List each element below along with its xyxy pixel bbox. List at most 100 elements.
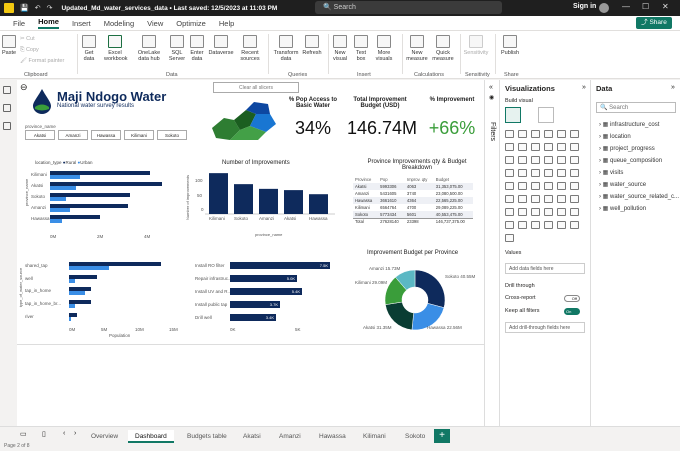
visual-type-icon[interactable] — [505, 234, 514, 242]
page-tab[interactable]: Sokoto — [398, 430, 432, 443]
chevron-right-icon[interactable]: › — [74, 430, 76, 437]
tab-insert[interactable]: Insert — [72, 19, 91, 28]
new-visual-button[interactable]: New visual — [331, 35, 349, 62]
data-table-item[interactable]: › ▦ queue_composition — [599, 157, 662, 164]
improvement-bar[interactable]: 3.7K — [230, 301, 280, 308]
search-box[interactable]: 🔍 Search — [315, 1, 502, 14]
onelake-button[interactable]: OneLake data hub — [135, 35, 163, 62]
visual-type-icon[interactable] — [531, 182, 540, 190]
visual-type-icon[interactable] — [544, 221, 553, 229]
new-measure-button[interactable]: New measure — [405, 35, 429, 62]
visual-type-icon[interactable] — [531, 130, 540, 138]
visual-type-icon[interactable] — [557, 156, 566, 164]
visual-type-icon[interactable] — [570, 169, 579, 177]
back-arrow-icon[interactable]: ⊖ — [20, 82, 28, 93]
excel-button[interactable]: Excel workbook — [104, 35, 128, 62]
transform-data-button[interactable]: Transform data — [272, 35, 300, 62]
urban-bar[interactable] — [69, 304, 75, 308]
visual-type-icon[interactable] — [557, 221, 566, 229]
visual-type-icon[interactable] — [531, 208, 540, 216]
page-tab[interactable]: Dashboard — [128, 430, 174, 443]
tab-home[interactable]: Home — [38, 17, 59, 29]
improvements-bar[interactable] — [234, 184, 253, 214]
visual-type-icon[interactable] — [531, 221, 540, 229]
save-icon[interactable]: 💾 — [20, 4, 29, 12]
visual-type-icon[interactable] — [505, 156, 514, 164]
slicer-item[interactable]: Amanzi — [58, 130, 88, 140]
redo-icon[interactable]: ↷ — [47, 4, 53, 12]
drill-through-drop-zone[interactable]: Add drill-through fields here — [505, 322, 585, 333]
dataverse-button[interactable]: Dataverse — [206, 35, 236, 56]
visual-type-icon[interactable] — [544, 156, 553, 164]
visual-type-icon[interactable] — [557, 195, 566, 203]
visual-type-icon[interactable] — [570, 182, 579, 190]
slicer-item[interactable]: Akatsi — [25, 130, 55, 140]
column-header[interactable]: Improv. qty — [405, 176, 434, 183]
visual-type-icon[interactable] — [518, 143, 527, 151]
visual-type-icon[interactable] — [518, 195, 527, 203]
visual-type-icon[interactable] — [557, 182, 566, 190]
tab-help[interactable]: Help — [219, 19, 234, 28]
urban-bar[interactable] — [50, 219, 62, 223]
visual-type-icon[interactable] — [544, 182, 553, 190]
close-icon[interactable]: ✕ — [662, 2, 669, 11]
visual-type-icon[interactable] — [505, 143, 514, 151]
improvement-bar[interactable]: 3.4K — [230, 314, 276, 321]
recent-sources-button[interactable]: Recent sources — [236, 35, 264, 62]
visual-type-icon[interactable] — [544, 208, 553, 216]
report-view-icon[interactable] — [3, 86, 11, 94]
cut-button[interactable]: ✂ Cut — [20, 36, 35, 42]
page-tab[interactable]: Overview — [84, 430, 125, 443]
desktop-view-icon[interactable]: ▭ — [20, 430, 27, 438]
visual-type-icon[interactable] — [518, 221, 527, 229]
column-header[interactable]: Pop — [378, 176, 405, 183]
budget-donut-chart[interactable] — [383, 268, 447, 332]
visual-type-icon[interactable] — [518, 169, 527, 177]
urban-bar[interactable] — [50, 186, 76, 190]
visual-type-icon[interactable] — [557, 169, 566, 177]
visual-type-icon[interactable] — [505, 182, 514, 190]
chevron-left-icon[interactable]: ‹ — [63, 430, 65, 437]
visual-type-icon[interactable] — [557, 143, 566, 151]
visual-type-icon[interactable] — [518, 130, 527, 138]
minimize-icon[interactable]: — — [622, 2, 630, 11]
visual-type-icon[interactable] — [544, 130, 553, 138]
visual-type-icon[interactable] — [557, 130, 566, 138]
visual-type-icon[interactable] — [570, 221, 579, 229]
enter-data-button[interactable]: Enter data — [189, 35, 205, 62]
sensitivity-button[interactable]: Sensitivity — [462, 35, 490, 56]
add-page-button[interactable]: + — [434, 429, 450, 443]
sign-in-link[interactable]: Sign in — [573, 3, 596, 10]
tab-view[interactable]: View — [147, 19, 163, 28]
urban-bar[interactable] — [69, 266, 109, 270]
column-header[interactable]: Province — [353, 176, 378, 183]
page-tab[interactable]: Budgets table — [180, 430, 234, 443]
table-row[interactable]: Kilimani 6564764 4700 29,089,225.00 — [353, 204, 473, 211]
more-visuals-button[interactable]: More visuals — [372, 35, 396, 62]
visual-type-icon[interactable] — [531, 156, 540, 164]
visual-type-icon[interactable] — [544, 143, 553, 151]
table-view-icon[interactable] — [3, 104, 11, 112]
slicer-item[interactable]: Sokoto — [157, 130, 187, 140]
visual-type-icon[interactable] — [570, 130, 579, 138]
page-tab[interactable]: Amanzi — [272, 430, 308, 443]
improvements-bar[interactable] — [284, 190, 303, 214]
page-tab[interactable]: Kilimani — [356, 430, 393, 443]
share-button[interactable]: ⤴ Share — [636, 17, 672, 29]
visual-type-icon[interactable] — [531, 169, 540, 177]
donut-slice[interactable] — [414, 269, 446, 308]
page-tab[interactable]: Akatsi — [236, 430, 268, 443]
visual-type-icon[interactable] — [505, 130, 514, 138]
urban-bar[interactable] — [69, 317, 71, 321]
visual-type-icon[interactable] — [544, 195, 553, 203]
copy-button[interactable]: ⎘ Copy — [20, 47, 39, 54]
visual-type-icon[interactable] — [531, 195, 540, 203]
format-visual-icon[interactable] — [538, 107, 554, 123]
data-table-item[interactable]: › ▦ infrastructure_cost — [599, 121, 659, 128]
visual-type-icon[interactable] — [505, 195, 514, 203]
table-row[interactable]: Hawassa 3661610 4364 22,565,225.00 — [353, 197, 473, 204]
keep-filters-toggle[interactable]: On — [564, 308, 580, 315]
chevron-left-icon[interactable]: « — [489, 84, 493, 91]
improvement-bar[interactable]: 7.5K — [230, 262, 330, 269]
data-table-item[interactable]: › ▦ well_pollution — [599, 205, 646, 212]
